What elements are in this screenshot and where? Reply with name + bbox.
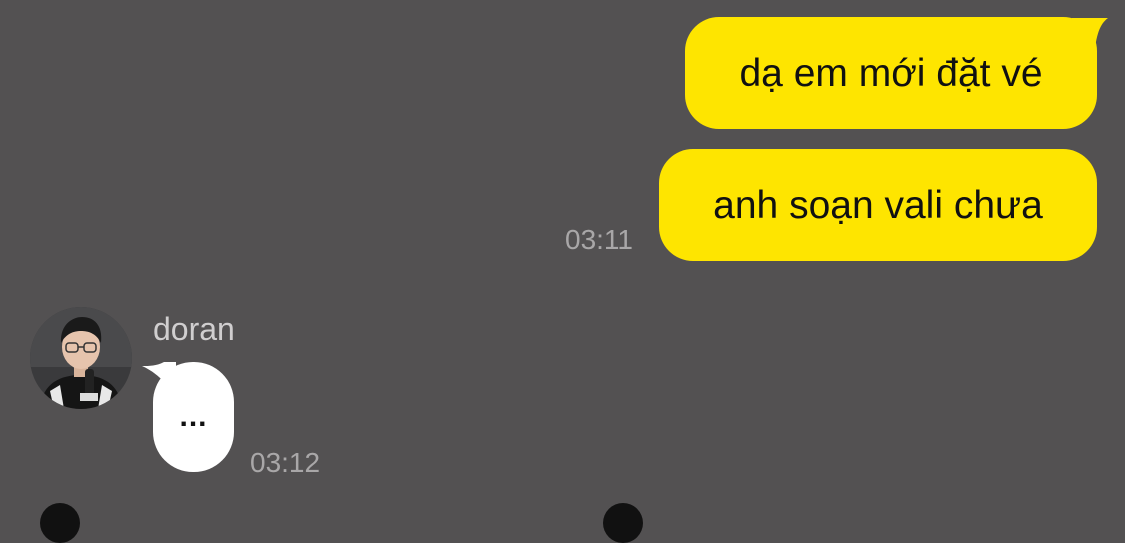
profile-photo-icon — [30, 307, 132, 409]
chat-area: dạ em mới đặt vé anh soạn vali chưa 03:1… — [0, 0, 1125, 543]
message-timestamp: 03:12 — [250, 447, 321, 478]
sender-name: doran — [153, 311, 235, 347]
outgoing-message-bubble[interactable]: dạ em mới đặt vé — [685, 17, 1097, 129]
avatar[interactable] — [30, 307, 132, 409]
message-text: dạ em mới đặt vé — [739, 51, 1043, 95]
message-timestamp: 03:11 — [565, 224, 633, 255]
message-text: ... — [179, 400, 208, 433]
outgoing-message-bubble[interactable]: anh soạn vali chưa — [659, 149, 1097, 261]
message-text: anh soạn vali chưa — [713, 183, 1043, 227]
avatar[interactable] — [40, 503, 80, 543]
avatar[interactable] — [603, 503, 643, 543]
